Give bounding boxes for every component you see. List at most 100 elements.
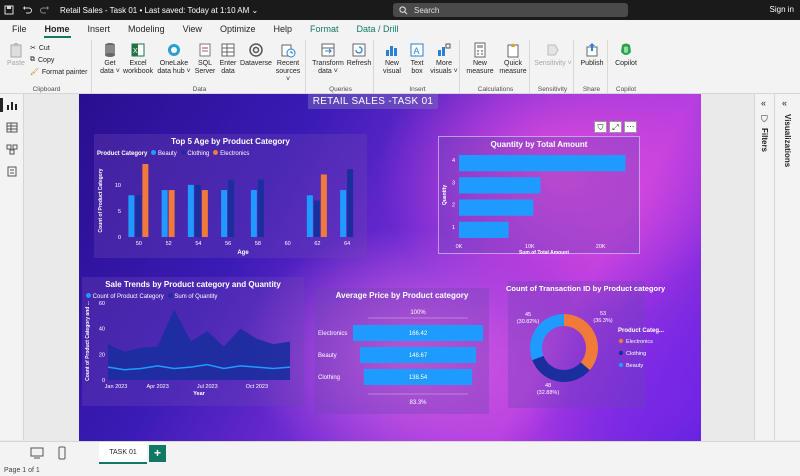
quantity-amount-chart: 43210K 10K 20KSum of Total AmountQuantity [442, 155, 626, 255]
sale-trends-visual[interactable]: Sale Trends by Product category and Quan… [82, 277, 304, 406]
dax-query-icon[interactable] [6, 166, 18, 177]
menu-bar: File Home Insert Modeling View Optimize … [0, 20, 800, 38]
bar-clothing [347, 169, 354, 237]
more-visuals-icon [436, 42, 452, 58]
desktop-view-icon[interactable] [30, 447, 44, 459]
refresh-button[interactable]: Refresh [346, 42, 372, 68]
report-title: RETAIL SALES -TASK 01 [308, 94, 438, 109]
transaction-donut-visual[interactable]: Count of Transaction ID by Product categ… [506, 281, 665, 408]
page-tab-task-01[interactable]: TASK 01 [99, 442, 147, 464]
collapse-icon[interactable]: « [782, 98, 787, 108]
more-visuals-button[interactable]: More visuals ˅ [430, 42, 458, 76]
status-bar: Page 1 of 1 [0, 465, 800, 476]
add-page-button[interactable]: + [149, 445, 166, 462]
tab-format[interactable]: Format [301, 20, 348, 38]
sign-in-link[interactable]: Sign in [770, 5, 794, 14]
tab-help[interactable]: Help [264, 20, 301, 38]
report-page: RETAIL SALES -TASK 01 Top 5 Age by Produ… [79, 94, 701, 441]
funnel-value-label: 148.67 [409, 353, 428, 359]
quantity-amount-visual[interactable]: Quantity by Total Amount 4 3 2 1 0K 10K 20K Sum… [438, 136, 640, 255]
paste-button[interactable]: Paste [6, 42, 26, 68]
x-tick-label: 50 [136, 241, 142, 247]
recent-sources-button[interactable]: Recent sources ˅ [274, 42, 302, 84]
sensitivity-button[interactable]: Sensitivity ˅ [534, 42, 572, 68]
cut-button[interactable]: ✂ Cut [30, 44, 50, 53]
text-box-button[interactable]: A Text box [406, 42, 428, 76]
get-data-button[interactable]: Get data ˅ [98, 42, 122, 76]
page-tabs-bar: TASK 01 + [0, 441, 800, 465]
tab-data-drill[interactable]: Data / Drill [347, 20, 407, 38]
ribbon: Paste ✂ Cut ⧉ Copy 🖌 Format painter Clipboa… [0, 38, 800, 94]
legend-label: Beauty [626, 363, 643, 369]
quick-measure-icon [505, 42, 521, 58]
search-placeholder: Search [414, 5, 440, 15]
redo-icon[interactable] [36, 0, 54, 20]
search-box[interactable]: Search [393, 3, 628, 17]
collapse-icon[interactable]: « [761, 98, 766, 108]
undo-icon[interactable] [18, 0, 36, 20]
report-view-icon[interactable] [6, 100, 18, 111]
x-tick-label: 60 [285, 241, 291, 247]
x-tick-label: 54 [195, 241, 201, 247]
svg-text:A: A [414, 46, 420, 56]
tab-home[interactable]: Home [36, 20, 79, 38]
onelake-button[interactable]: OneLake data hub ˅ [156, 42, 192, 76]
tab-modeling[interactable]: Modeling [119, 20, 174, 38]
clipboard-group: Paste ✂ Cut ⧉ Copy 🖌 Format painter Clipboa… [2, 40, 92, 94]
copilot-icon [618, 42, 634, 58]
left-nav [0, 94, 24, 440]
tab-view[interactable]: View [174, 20, 211, 38]
x-tick-label: 56 [225, 241, 231, 247]
search-icon [399, 5, 408, 14]
y-tick-label: 2 [452, 203, 455, 209]
table-view-icon[interactable] [6, 122, 18, 133]
visualizations-pane[interactable]: « Visualizations [774, 94, 800, 440]
focus-mode-icon[interactable]: ⤢ [609, 121, 622, 133]
format-painter-button[interactable]: 🖌 Format painter [30, 68, 87, 77]
new-visual-button[interactable]: New visual [380, 42, 404, 76]
bar-quantity-4 [459, 155, 626, 172]
save-icon[interactable] [0, 0, 18, 20]
publish-button[interactable]: Publish [578, 42, 606, 68]
excel-workbook-button[interactable]: X Excel workbook [122, 42, 154, 76]
bar-electronics [168, 190, 175, 237]
bar-beauty [306, 195, 313, 237]
y-axis-label: Count of Product Category and ... [85, 301, 91, 381]
bar-beauty [187, 184, 194, 237]
y-tick-label: 60 [99, 301, 105, 307]
tab-insert[interactable]: Insert [79, 20, 120, 38]
bar-clothing [194, 184, 201, 237]
bar-quantity-2 [459, 199, 534, 216]
funnel-value-label: 166.42 [409, 331, 428, 337]
funnel-top-label: 100% [410, 310, 426, 316]
paste-icon [8, 42, 24, 58]
sql-server-button[interactable]: SQL Server [194, 42, 216, 76]
tab-file[interactable]: File [0, 20, 36, 38]
average-price-visual[interactable]: Average Price by Product category 100% El… [315, 288, 489, 414]
y-tick-label: 4 [452, 158, 455, 164]
transform-data-button[interactable]: Transform data ˅ [312, 42, 344, 76]
more-options-icon[interactable]: ⋯ [624, 121, 637, 133]
queries-label: Queries [329, 86, 352, 93]
model-view-icon[interactable] [6, 144, 18, 155]
new-measure-button[interactable]: New measure [464, 42, 496, 76]
bar-electronics [201, 190, 208, 237]
bar-beauty [221, 190, 228, 237]
tab-optimize[interactable]: Optimize [211, 20, 265, 38]
copilot-button[interactable]: Copilot [612, 42, 640, 68]
filter-icon[interactable]: ⛉ [594, 121, 607, 133]
mobile-view-icon[interactable] [58, 446, 66, 460]
copy-button[interactable]: ⧉ Copy [30, 56, 54, 64]
copilot-group: Copilot Copilot [610, 40, 642, 94]
dataverse-button[interactable]: Dataverse [240, 42, 272, 68]
filters-pane[interactable]: « ⛉ Filters [754, 94, 774, 440]
window-title: Retail Sales - Task 01 • Last saved: Tod… [60, 5, 259, 15]
x-tick-label: Jul 2023 [197, 384, 218, 390]
bar-electronics [320, 174, 327, 237]
quick-measure-button[interactable]: Quick measure [497, 42, 529, 76]
age-category-visual[interactable]: Top 5 Age by Product Category Product Ca… [94, 134, 367, 258]
x-axis-label: Sum of Total Amount [519, 250, 569, 255]
y-axis-label: Quantity [442, 185, 448, 205]
x-tick-label: 20K [596, 244, 606, 250]
enter-data-button[interactable]: Enter data [217, 42, 239, 76]
